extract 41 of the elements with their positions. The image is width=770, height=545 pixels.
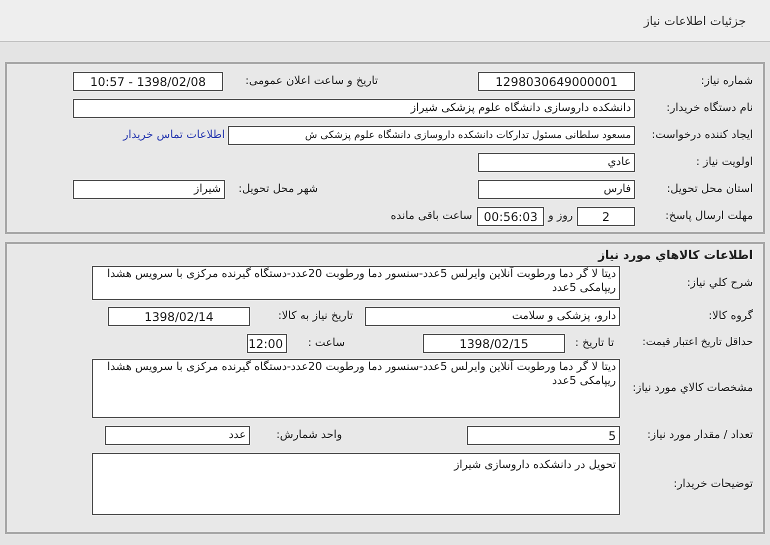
input-field[interactable]: 1398/02/15	[423, 334, 565, 352]
input-field[interactable]: دارو، پزشکی و سلامت	[365, 307, 620, 326]
field-label: شماره نیاز:	[700, 73, 754, 90]
field-label: تعداد / مقدار مورد نیاز:	[646, 427, 754, 444]
field-label: تاریخ نیاز به کالا:	[277, 308, 354, 324]
input-field[interactable]: 1298030649000001	[478, 72, 635, 91]
field-label: توضیحات خریدار:	[672, 476, 754, 492]
input-field[interactable]: 00:56:03	[477, 207, 544, 226]
field-label: مشخصات کالاي مورد نياز:	[631, 380, 754, 396]
input-field[interactable]: عدد	[105, 426, 250, 445]
input-field[interactable]: 5	[467, 426, 620, 445]
input-field[interactable]: شیراز	[73, 180, 225, 199]
field-label: ایجاد کننده درخواست:	[650, 127, 754, 144]
field-label: ساعت :	[306, 334, 346, 351]
field-label: مهلت ارسال پاسخ:	[664, 208, 754, 224]
input-field[interactable]: دانشکده داروسازی دانشگاه علوم پزشکی شیراز	[73, 99, 635, 118]
input-field[interactable]: عادي	[478, 153, 635, 172]
section-title: اطلاعات کالاهاي مورد نياز	[596, 247, 754, 264]
field-label: گروه کالا:	[708, 308, 754, 324]
field-label: تا تاریخ :	[574, 334, 615, 351]
field-label: شرح کلي نیاز:	[686, 274, 754, 291]
text-area[interactable]: دیتا لا گر دما ورطوبت آنلاین وایرلس 5عدد-سنسور دما ورطوبت 20عدد-دستگاه گیرنده مرکزی با سرویس هشدا ریپامکی 5عدد	[92, 359, 620, 418]
field-label: روز و	[546, 208, 574, 224]
field-label: شهر محل تحویل:	[237, 181, 319, 198]
field-label: تاریخ و ساعت اعلان عمومی:	[244, 73, 379, 90]
field-label: اولویت نیاز :	[694, 154, 754, 170]
text-area[interactable]: دیتا لا گر دما ورطوبت آنلاین وایرلس 5عدد-سنسور دما ورطوبت 20عدد-دستگاه گیرنده مرکزی با سرویس هشدا ریپامکی 5عدد	[92, 266, 620, 300]
field-label: ساعت باقی مانده	[390, 208, 474, 224]
page-title: جزئیات اطلاعات نیاز	[644, 12, 746, 30]
input-field[interactable]: 1398/02/14	[108, 307, 250, 326]
input-field[interactable]: 12:00	[247, 334, 287, 352]
field-label: استان محل تحویل:	[666, 181, 754, 198]
field-label: نام دستگاه خریدار:	[665, 100, 754, 116]
field-label: واحد شمارش:	[275, 427, 343, 444]
input-field[interactable]: فارس	[478, 180, 635, 199]
input-field[interactable]: 2	[577, 207, 635, 226]
input-field[interactable]: مسعود سلطانی مسئول تدارکات دانشکده داروسازی دانشگاه علوم پزشکی ش	[228, 126, 635, 145]
input-field[interactable]: 1398/02/08 - 10:57	[73, 72, 223, 91]
contact-link[interactable]: اطلاعات تماس خریدار	[123, 127, 225, 144]
text-area[interactable]: تحویل در دانشکده داروسازی شیراز	[92, 453, 620, 515]
field-label: حداقل تاریخ اعتبار قیمت:	[641, 335, 754, 350]
